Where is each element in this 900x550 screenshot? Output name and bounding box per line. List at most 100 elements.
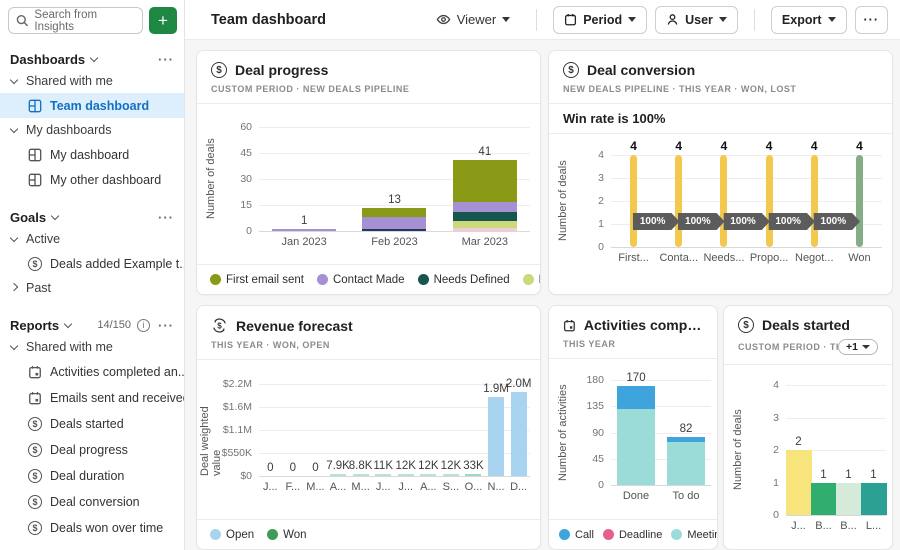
bar — [511, 392, 527, 476]
dashboards-section-title[interactable]: Dashboards — [10, 52, 85, 67]
value-label: 170 — [626, 372, 645, 384]
chart-column: 4First... — [611, 155, 656, 247]
caret-down-icon — [862, 345, 870, 349]
chart-column: 2.0MD... — [507, 384, 530, 476]
bar-segment — [272, 229, 336, 231]
bar — [811, 483, 837, 516]
chart-column: 4Needs... — [701, 155, 746, 247]
divider — [754, 9, 755, 31]
calendar-icon — [28, 391, 42, 405]
gridline — [786, 515, 886, 516]
card-subtitle: THIS YEAR — [563, 339, 703, 349]
y-axis-ticks: 18013590450 — [571, 380, 611, 487]
chart-column: 1.9MN... — [485, 384, 508, 476]
value-label: 0 — [267, 462, 273, 474]
bar-segment — [766, 155, 773, 247]
bar-segment — [453, 221, 517, 228]
bar-segment — [353, 474, 369, 476]
chart-column: 170Done — [611, 380, 661, 485]
x-tick-label: L... — [866, 520, 881, 532]
bar-segment — [453, 212, 517, 221]
y-axis-ticks: 43210 — [571, 155, 611, 249]
sidebar-group-my-dashboards[interactable]: My dashboards — [0, 118, 184, 142]
sidebar-item-report-activities[interactable]: Activities completed an... — [0, 359, 184, 385]
x-tick-label: J... — [263, 481, 278, 493]
plot-area: 4First...4Conta...4Needs...4Propo...4Neg… — [611, 155, 882, 247]
plus-icon: + — [158, 11, 168, 30]
page-title: Team dashboard — [211, 12, 326, 28]
x-tick-label: Conta... — [659, 252, 698, 264]
reports-menu-button[interactable]: ··· — [158, 318, 174, 333]
bar — [811, 155, 818, 247]
bar — [856, 155, 863, 247]
sidebar-group-shared-dashboards[interactable]: Shared with me — [0, 69, 184, 93]
value-label: 0 — [290, 462, 296, 474]
x-tick-label: J... — [376, 481, 391, 493]
sidebar-item-my-dashboard[interactable]: My dashboard — [0, 142, 184, 167]
sidebar-item-report-deal-conversion[interactable]: $ Deal conversion — [0, 489, 184, 515]
bar-segment — [330, 474, 346, 476]
more-button[interactable]: ··· — [855, 6, 889, 34]
deal-progress-legend: First email sentContact MadeNeeds Define… — [197, 264, 540, 294]
dollar-circle-icon: $ — [563, 62, 579, 78]
value-label: 4 — [721, 139, 728, 153]
gridline — [611, 485, 711, 486]
card-deal-progress: $ Deal progress CUSTOM PERIOD · NEW DEAL… — [196, 50, 541, 295]
card-subtitle: CUSTOM PERIOD · THIS IS — [738, 342, 838, 352]
value-label: 12K — [396, 460, 416, 472]
info-icon[interactable]: i — [137, 319, 150, 332]
sidebar-group-shared-reports[interactable]: Shared with me — [0, 335, 184, 359]
goals-menu-button[interactable]: ··· — [158, 210, 174, 225]
sidebar-item-report-deal-duration[interactable]: $ Deal duration — [0, 463, 184, 489]
sidebar-group-active-goals[interactable]: Active — [0, 227, 184, 251]
user-button[interactable]: User — [655, 6, 738, 34]
export-button[interactable]: Export — [771, 6, 847, 34]
y-tick: 0 — [598, 479, 604, 491]
chart-column: 41Mar 2023 — [440, 127, 530, 231]
caret-down-icon — [828, 17, 836, 22]
y-axis-ticks: 604530150 — [219, 127, 259, 233]
x-tick-label: Jan 2023 — [282, 236, 327, 248]
conversion-rate-badge: 100% — [814, 213, 861, 230]
sidebar-item-deals-added-goal[interactable]: $ Deals added Example t... — [0, 251, 184, 276]
reports-section-title[interactable]: Reports — [10, 318, 59, 333]
bar-segment — [398, 474, 414, 476]
sidebar-item-team-dashboard[interactable]: Team dashboard — [0, 93, 184, 118]
sidebar-item-report-deals-won[interactable]: $ Deals won over time — [0, 515, 184, 541]
y-tick: 0 — [598, 241, 604, 253]
y-tick: 3 — [598, 172, 604, 184]
calendar-icon — [564, 13, 577, 26]
bar-segment — [811, 483, 837, 516]
deal-conversion-chart: Number of deals432104First...4Conta...4N… — [549, 155, 892, 267]
conversion-rate-badge: 100% — [678, 213, 725, 230]
add-button[interactable]: + — [149, 7, 177, 34]
chevron-down-icon — [10, 234, 18, 242]
value-label: 33K — [463, 460, 483, 472]
legend-item: Call — [559, 529, 594, 541]
dashboard-grid: $ Deal progress CUSTOM PERIOD · NEW DEAL… — [185, 40, 900, 550]
bar-segment — [488, 397, 504, 476]
bar — [362, 208, 426, 231]
bar-segment — [630, 155, 637, 247]
subtitle-overflow-pill[interactable]: +1 — [838, 339, 878, 355]
gridline — [611, 247, 882, 248]
dashboard-icon — [28, 173, 42, 187]
viewer-dropdown[interactable]: Viewer — [436, 12, 511, 27]
sidebar-item-my-other-dashboard[interactable]: My other dashboard — [0, 167, 184, 192]
sidebar-item-report-emails[interactable]: Emails sent and received — [0, 385, 184, 411]
bar — [420, 474, 436, 476]
dashboards-menu-button[interactable]: ··· — [158, 52, 174, 67]
sidebar-item-report-deal-progress[interactable]: $ Deal progress — [0, 437, 184, 463]
bar — [375, 474, 391, 476]
dollar-circle-icon: $ — [28, 417, 42, 431]
goals-section-title[interactable]: Goals — [10, 210, 46, 225]
plot-area: 0J...0F...0M...7.9KA...8.8KM...11KJ...12… — [259, 384, 530, 476]
calendar-icon — [28, 365, 42, 379]
period-button[interactable]: Period — [553, 6, 647, 34]
card-subtitle: CUSTOM PERIOD · NEW DEALS PIPELINE — [211, 84, 526, 94]
y-tick: 45 — [592, 453, 604, 465]
search-input[interactable]: Search from Insights — [8, 7, 143, 34]
sidebar-group-past-goals[interactable]: Past — [0, 276, 184, 300]
sidebar-item-report-deals-started[interactable]: $ Deals started — [0, 411, 184, 437]
chart-column: 4Negot... — [792, 155, 837, 247]
